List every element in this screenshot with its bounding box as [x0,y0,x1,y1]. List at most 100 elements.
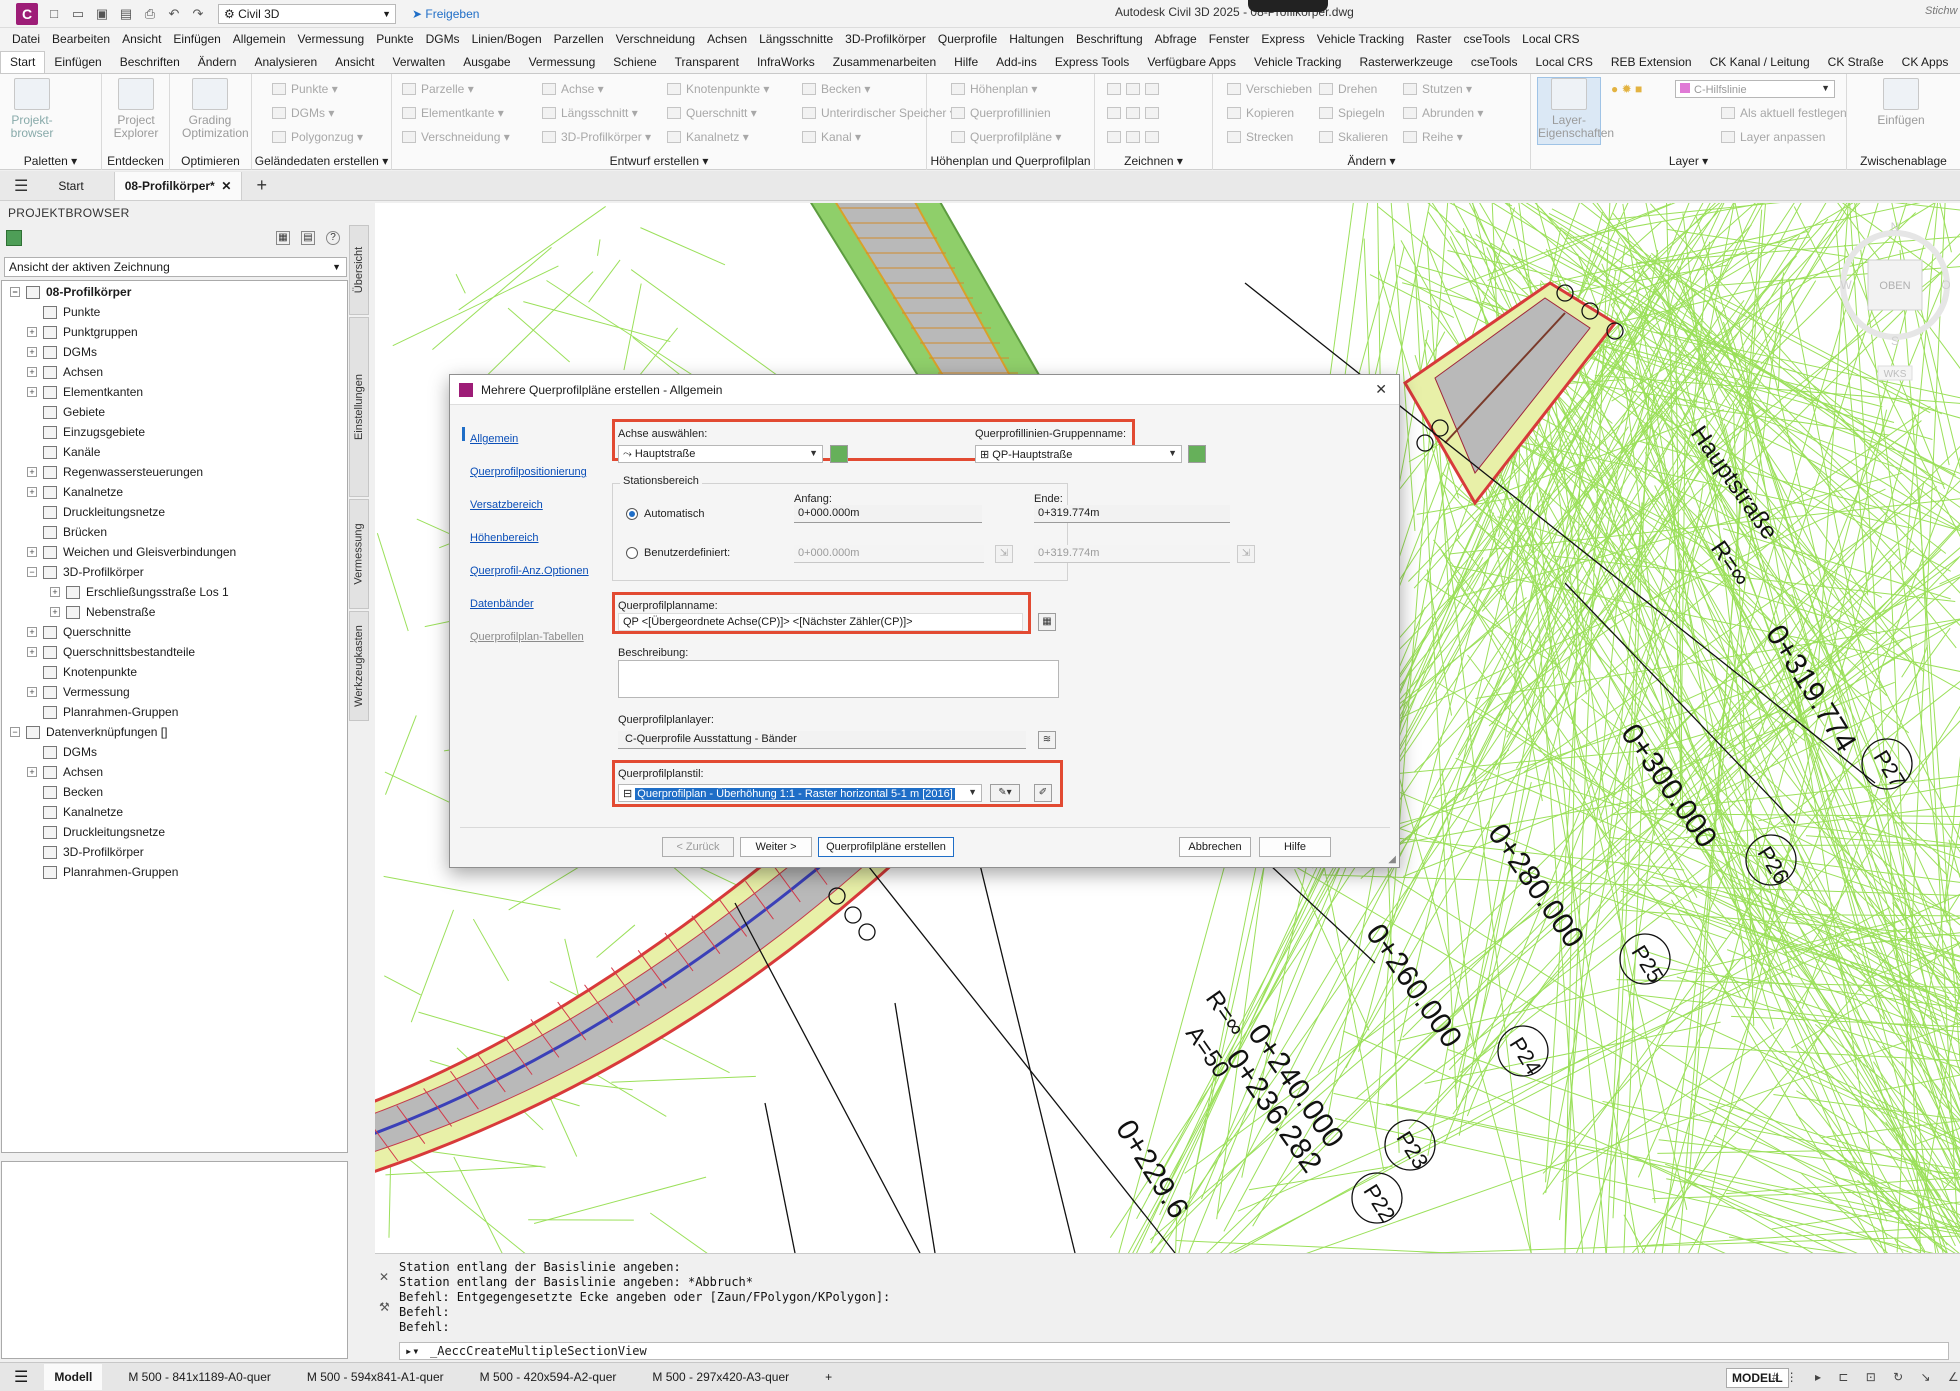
workspace-select[interactable]: ⚙ Civil 3D ▼ [218,3,396,24]
menu-item[interactable]: cseTools [1463,32,1510,46]
menu-item[interactable]: Einfügen [173,32,220,46]
panel-zeichnen-label[interactable]: Zeichnen ▾ [1095,154,1212,168]
menu-item[interactable]: Parzellen [554,32,604,46]
tree-item[interactable]: Druckleitungsnetze [27,502,165,522]
tree-item[interactable]: + Regenwassersteuerungen [27,462,203,482]
menu-item[interactable]: Querprofile [938,32,997,46]
modify-tool[interactable]: Verschieben [1227,82,1312,96]
tree-item[interactable]: Kanalnetze [27,802,123,822]
sample-line-group-select[interactable]: ⊞ QP-Hauptstraße ▼ [975,445,1182,463]
ribbon-tab[interactable]: Verwalten [384,55,455,73]
dialog-nav-link[interactable]: Querprofilpositionierung [470,466,587,478]
dialog-nav-link[interactable]: Querprofilplan-Tabellen [470,631,584,643]
ribbon-tab[interactable]: CK Apps [1893,55,1958,73]
menu-item[interactable]: Haltungen [1009,32,1064,46]
layout-menu-icon[interactable]: ☰ [14,1367,28,1387]
tree-item[interactable]: − Datenverknüpfungen [] [10,722,167,742]
ribbon-tab[interactable]: CK Straße [1819,55,1893,73]
panel-paletten-label[interactable]: Paletten ▾ [0,154,101,168]
layout-tab[interactable]: M 500 - 594x841-A1-quer [297,1364,454,1390]
ribbon-tab[interactable]: Einfügen [45,55,110,73]
expand-icon[interactable]: + [27,687,37,697]
tree-item[interactable]: Planrahmen-Gruppen [27,702,178,722]
expand-icon[interactable]: + [27,487,37,497]
menu-item[interactable]: Raster [1416,32,1451,46]
expand-icon[interactable]: + [27,387,37,397]
status-toggle-icons[interactable]: #⋮ ▸ ⊏ ⊡ ↻ ↘ ∠ ▭ ⊞ ▾ [1772,1370,1960,1384]
project-browser-button[interactable]: Projekt-browser [4,78,60,140]
ribbon-tab[interactable]: Ansicht [326,55,383,73]
line-tool[interactable] [1107,82,1164,96]
tree-item[interactable]: Druckleitungsnetze [27,822,165,842]
entwurf-tool[interactable]: Becken ▾ [802,82,870,96]
collapse-icon[interactable]: − [10,727,20,737]
menu-item[interactable]: Datei [12,32,40,46]
menu-item[interactable]: Linien/Bogen [472,32,542,46]
tree-item[interactable]: Punkte [27,302,100,322]
user-end-field[interactable]: 0+319.774m [1034,545,1230,563]
plot-icon[interactable]: ⎙ [142,6,158,22]
tree-item[interactable]: Brücken [27,522,107,542]
tree-item[interactable]: + Achsen [27,762,103,782]
compass-east[interactable]: O [1941,278,1950,292]
create-section-views-button[interactable]: Querprofilpläne erstellen [818,837,954,857]
ribbon-tab[interactable]: REB Extension [1602,55,1701,73]
layer-select[interactable]: C-Hilfslinie ▼ [1675,80,1835,98]
panel-entwurf-label[interactable]: Entwurf erstellen ▾ [392,154,926,168]
new-layout-icon[interactable]: + [815,1364,842,1390]
close-icon[interactable]: ✕ [379,1262,393,1292]
modify-tool[interactable]: Stutzen ▾ [1403,82,1472,96]
ribbon-tab[interactable]: Express Tools [1046,55,1138,73]
tree-item[interactable]: − 3D-Profilkörper [27,562,144,582]
ribbon-tab[interactable]: CK Kanal / Leitung [1701,55,1819,73]
match-layer-button[interactable]: Layer anpassen [1721,130,1825,144]
ribbon-tab[interactable]: Vermessung [520,55,605,73]
entwurf-tool[interactable]: Kanal ▾ [802,130,861,144]
back-button[interactable]: < Zurück [662,837,734,857]
ribbon-tab[interactable]: Verfügbare Apps [1138,55,1245,73]
paste-button[interactable]: Einfügen [1873,78,1929,127]
ribbon-tab[interactable]: InfraWorks [748,55,824,73]
redo-icon[interactable]: ↷ [190,6,206,22]
menu-item[interactable]: Punkte [376,32,413,46]
close-icon[interactable]: ✕ [218,179,231,193]
name-template-button[interactable]: ▦ [1038,613,1056,631]
tree-item[interactable]: + Punktgruppen [27,322,138,342]
tab-start[interactable]: Start [48,172,93,200]
layer-state-icons[interactable]: ● ✹ ■ [1611,82,1642,96]
layout-tab[interactable]: Modell [44,1364,103,1390]
section-view-name-field[interactable]: QP <[Übergeordnete Achse(CP)]> <[Nächste… [618,613,1023,631]
dialog-nav-link[interactable]: Höhenbereich [470,532,539,544]
side-tab[interactable]: Vermessung [349,499,369,609]
dialog-nav-link[interactable]: Allgemein [470,433,518,445]
ribbon-tab[interactable]: Ausgabe [454,55,519,73]
tree-item[interactable]: Becken [27,782,103,802]
menu-item[interactable]: Längsschnitte [759,32,833,46]
tree-item[interactable]: Kanäle [27,442,100,462]
ribbon-tab[interactable]: Zusammenarbeiten [824,55,945,73]
compass-north[interactable]: N [1891,220,1900,234]
entwurf-tool[interactable]: Verschneidung ▾ [402,130,510,144]
ribbon-tab[interactable]: Beschriften [111,55,189,73]
save-as-icon[interactable]: ▤ [118,6,134,22]
layout-tab[interactable]: M 500 - 297x420-A3-quer [642,1364,799,1390]
side-tab[interactable]: Übersicht [349,225,369,315]
layout-tab[interactable]: M 500 - 420x594-A2-quer [470,1364,627,1390]
modify-tool[interactable]: Kopieren [1227,106,1294,120]
ribbon-tab[interactable]: Transparent [666,55,748,73]
app-logo-icon[interactable]: C [16,2,38,25]
tree-item[interactable]: + Querschnitte [27,622,131,642]
layer-pick-button[interactable]: ≋ [1038,731,1056,749]
command-input[interactable]: ▸▾ _AeccCreateMultipleSectionView [399,1342,1949,1360]
next-button[interactable]: Weiter > [740,837,812,857]
ribbon-tab[interactable]: Schiene [604,55,665,73]
style-edit-button[interactable]: ✎▾ [990,784,1020,802]
expand-icon[interactable]: + [27,367,37,377]
undo-icon[interactable]: ↶ [166,6,182,22]
modify-tool[interactable]: Strecken [1227,130,1293,144]
ribbon-tab[interactable]: Vehicle Tracking [1245,55,1350,73]
tree-item[interactable]: DGMs [27,742,97,762]
modify-tool[interactable]: Abrunden ▾ [1403,106,1483,120]
expand-icon[interactable]: + [27,627,37,637]
menu-item[interactable]: Verschneidung [616,32,695,46]
